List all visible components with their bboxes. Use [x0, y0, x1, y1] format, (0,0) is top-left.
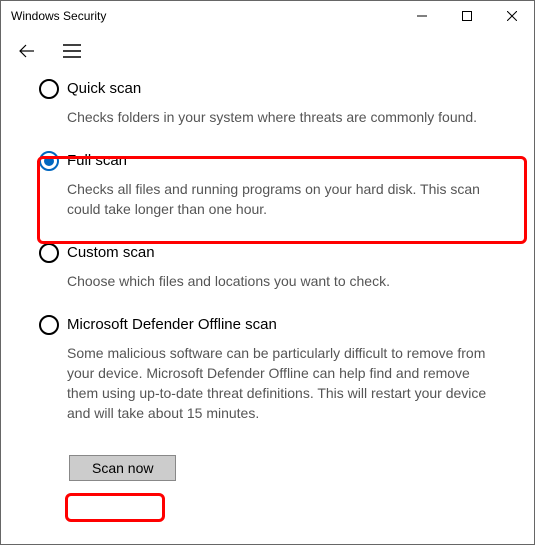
option-desc: Some malicious software can be particula…	[67, 343, 498, 423]
back-icon[interactable]	[17, 41, 37, 61]
radio-icon[interactable]	[39, 79, 59, 99]
close-button[interactable]	[489, 1, 534, 31]
option-title: Full scan	[67, 151, 498, 171]
option-desc: Choose which files and locations you wan…	[67, 271, 498, 291]
option-desc: Checks all files and running programs on…	[67, 179, 498, 219]
option-defender-offline-scan[interactable]: Microsoft Defender Offline scan Some mal…	[67, 315, 498, 423]
window-title: Windows Security	[11, 9, 399, 23]
scan-now-button[interactable]: Scan now	[69, 455, 176, 481]
radio-icon[interactable]	[39, 315, 59, 335]
radio-icon[interactable]	[39, 243, 59, 263]
option-title: Quick scan	[67, 79, 498, 99]
menu-icon[interactable]	[63, 44, 81, 58]
radio-icon[interactable]	[39, 151, 59, 171]
maximize-button[interactable]	[444, 1, 489, 31]
option-custom-scan[interactable]: Custom scan Choose which files and locat…	[67, 243, 498, 291]
scan-options-panel: Quick scan Checks folders in your system…	[1, 71, 534, 481]
option-full-scan[interactable]: Full scan Checks all files and running p…	[67, 151, 498, 219]
title-bar: Windows Security	[1, 1, 534, 31]
option-title: Custom scan	[67, 243, 498, 263]
option-quick-scan[interactable]: Quick scan Checks folders in your system…	[67, 79, 498, 127]
option-desc: Checks folders in your system where thre…	[67, 107, 498, 127]
window-controls	[399, 1, 534, 31]
option-title: Microsoft Defender Offline scan	[67, 315, 498, 335]
nav-bar	[1, 31, 534, 71]
minimize-button[interactable]	[399, 1, 444, 31]
annotation-highlight	[65, 493, 165, 522]
